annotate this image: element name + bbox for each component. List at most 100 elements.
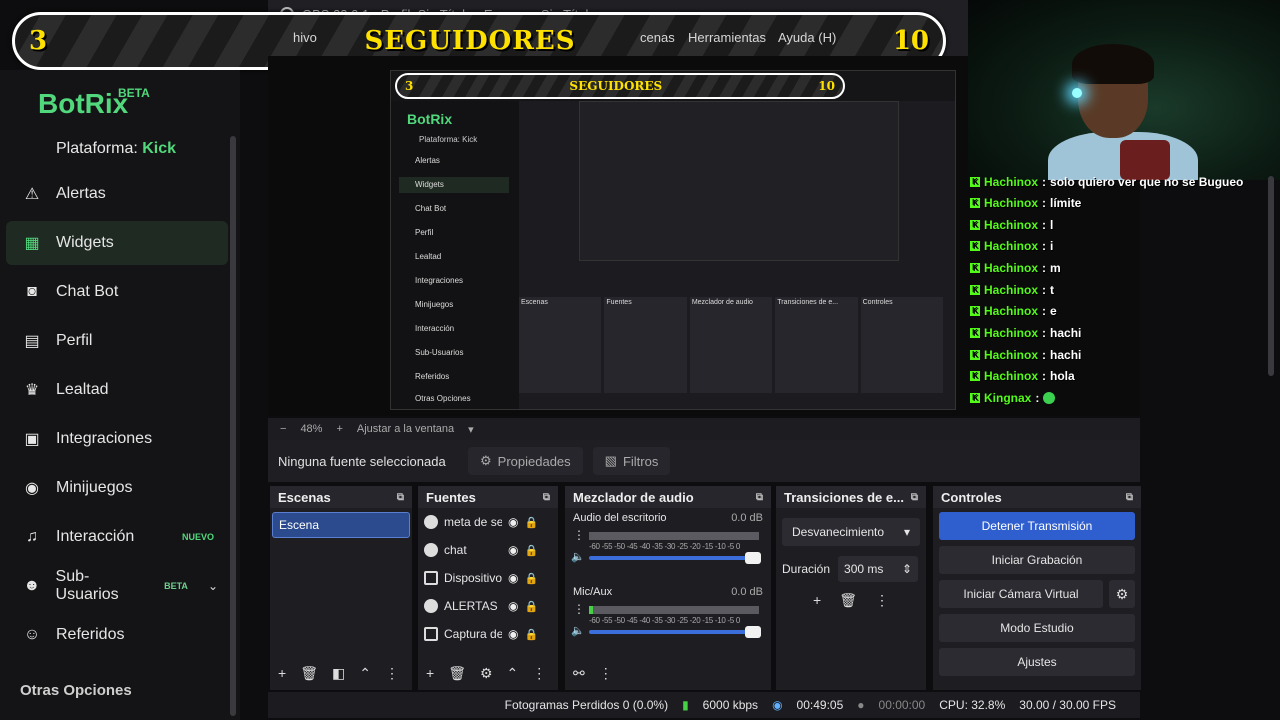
sidebar-item-minijuegos[interactable]: ◉ Minijuegos — [6, 466, 228, 510]
zoom-in-button[interactable]: + — [336, 423, 342, 435]
transition-select[interactable]: Desvanecimiento ▾ — [782, 518, 920, 546]
other-options-heading[interactable]: Otras Opciones — [20, 682, 132, 699]
fps: 30.00 / 30.00 FPS — [1019, 698, 1116, 712]
more-icon[interactable]: ⋮ — [573, 528, 585, 542]
undock-icon[interactable]: ⧉ — [756, 492, 763, 503]
eye-icon[interactable]: ◉ — [508, 515, 518, 529]
eye-icon[interactable]: ◉ — [508, 571, 518, 585]
meter-scale: -60 -55 -50 -45 -40 -35 -30 -25 -20 -15 … — [589, 616, 741, 625]
sidebar-item-lealtad[interactable]: ♛ Lealtad — [6, 368, 228, 412]
chat-message: K Hachinox: hachi — [970, 323, 1081, 343]
advanced-audio-icon[interactable]: ⚯ — [573, 665, 585, 682]
sidebar-item-chat-bot[interactable]: ◙ Chat Bot — [6, 270, 228, 314]
menu-archivo[interactable]: hivo — [293, 30, 317, 45]
filters-button[interactable]: ▧ Filtros — [592, 447, 671, 475]
record-time: 00:00:00 — [878, 698, 926, 712]
globe-icon — [424, 599, 438, 613]
lock-icon[interactable]: 🔒 — [524, 572, 538, 585]
remove-source-icon[interactable]: 🗑 — [448, 665, 466, 682]
remove-transition-icon[interactable]: 🗑 — [839, 592, 857, 609]
source-item[interactable]: chat ◉ 🔒 — [418, 536, 558, 564]
source-properties-bar: Ninguna fuente seleccionada ⚙ Propiedades… — [268, 440, 1140, 482]
slider-handle[interactable] — [745, 626, 761, 638]
zoom-out-button[interactable]: − — [280, 423, 286, 435]
nested-item-alertas: Alertas — [415, 156, 440, 165]
add-source-icon[interactable]: + — [426, 665, 434, 681]
add-transition-icon[interactable]: + — [813, 592, 821, 609]
sidebar-item-widgets[interactable]: ▦ Widgets — [6, 221, 228, 265]
scenes-dock: Escenas ⧉ Escena + 🗑 ◧ ⌃ ⋮ — [270, 486, 412, 690]
trophy-icon: ♛ — [24, 382, 40, 399]
kick-icon: K — [970, 393, 980, 403]
mute-icon[interactable]: 🔈 — [571, 550, 585, 563]
sidebar-item-integraciones[interactable]: ▣ Integraciones — [6, 417, 228, 461]
settings-button[interactable]: Ajustes — [939, 648, 1135, 676]
lock-icon[interactable]: 🔒 — [524, 600, 538, 613]
remove-scene-icon[interactable]: 🗑 — [300, 665, 318, 682]
more-icon[interactable]: ⋮ — [532, 665, 546, 682]
duration-label: Duración — [782, 562, 831, 576]
move-up-icon[interactable]: ⌃ — [507, 665, 519, 682]
chat-text: e — [1050, 304, 1057, 318]
lock-icon[interactable]: 🔒 — [524, 628, 538, 641]
more-icon[interactable]: ⋮ — [599, 665, 613, 682]
undock-icon[interactable]: ⧉ — [911, 492, 918, 503]
sidebar-scrollbar[interactable] — [230, 136, 236, 716]
duration-spinbox[interactable]: 300 ms ⇕ — [838, 556, 919, 582]
volume-slider[interactable] — [589, 626, 761, 638]
brand-logo[interactable]: BotRix — [38, 88, 128, 120]
lock-icon[interactable]: 🔒 — [524, 516, 538, 529]
sidebar-item-label: Alertas — [56, 185, 106, 202]
scene-item[interactable]: Escena — [272, 512, 410, 538]
eye-icon[interactable]: ◉ — [508, 543, 518, 557]
sidebar-item-interaccion[interactable]: ♫ Interacción NUEVO — [6, 515, 228, 559]
menu-herramientas[interactable]: Herramientas — [688, 30, 766, 45]
eye-icon[interactable]: ◉ — [508, 627, 518, 641]
move-up-icon[interactable]: ⌃ — [359, 665, 371, 682]
sidebar-item-alertas[interactable]: ⚠ Alertas — [6, 172, 228, 216]
mute-icon[interactable]: 🔈 — [571, 624, 585, 637]
source-item[interactable]: Dispositivo de captura de video ◉ 🔒 — [418, 564, 558, 592]
nested-other-options: Otras Opciones — [415, 394, 471, 403]
sidebar-item-referidos[interactable]: ☺ Referidos — [6, 613, 228, 657]
chat-username: Hachinox — [984, 175, 1039, 189]
more-icon[interactable]: ⋮ — [875, 592, 889, 609]
slider-handle[interactable] — [745, 552, 761, 564]
nested-follower-count-goal: 10 — [818, 79, 835, 93]
chat-username: Hachinox — [984, 196, 1039, 210]
chat-message: K Hachinox: e — [970, 301, 1057, 321]
properties-button[interactable]: ⚙ Propiedades — [468, 447, 583, 475]
undock-icon[interactable]: ⧉ — [1126, 492, 1133, 503]
gear-icon[interactable]: ⚙ — [1109, 580, 1135, 608]
more-icon[interactable]: ⋮ — [385, 665, 399, 682]
botrix-sidebar: BotRix BETA Plataforma: Kick ⚠ Alertas ▦… — [0, 70, 240, 720]
chevron-down-icon[interactable]: ⌄ — [208, 579, 218, 593]
menu-ayuda[interactable]: Ayuda (H) — [778, 30, 836, 45]
sidebar-item-sub-usuarios[interactable]: ☻ Sub-Usuarios BETA ⌄ — [6, 564, 228, 608]
add-scene-icon[interactable]: + — [278, 665, 286, 681]
fit-window-dropdown[interactable]: Ajustar a la ventana — [357, 423, 454, 435]
menu-escenas[interactable]: cenas — [640, 30, 675, 45]
source-item[interactable]: meta de seguidores ◉ 🔒 — [418, 508, 558, 536]
start-virtual-camera-button[interactable]: Iniciar Cámara Virtual — [939, 580, 1103, 608]
scene-filters-icon[interactable]: ◧ — [332, 665, 345, 682]
start-recording-button[interactable]: Iniciar Grabación — [939, 546, 1135, 574]
stepper-icon[interactable]: ⇕ — [902, 562, 912, 576]
studio-mode-button[interactable]: Modo Estudio — [939, 614, 1135, 642]
lock-icon[interactable]: 🔒 — [524, 544, 538, 557]
source-item[interactable]: ALERTAS ◉ 🔒 — [418, 592, 558, 620]
chevron-down-icon[interactable]: ▾ — [468, 423, 474, 436]
virtual-camera-row: Iniciar Cámara Virtual ⚙ — [939, 580, 1135, 608]
selected-source-label: Ninguna fuente seleccionada — [278, 453, 446, 469]
right-scrollbar[interactable] — [1268, 176, 1274, 376]
volume-slider[interactable] — [589, 552, 761, 564]
source-item[interactable]: Captura de pantalla ◉ 🔒 — [418, 620, 558, 648]
undock-icon[interactable]: ⧉ — [397, 492, 404, 503]
more-icon[interactable]: ⋮ — [573, 602, 585, 616]
nested-item-minijuegos: Minijuegos — [415, 300, 454, 309]
eye-icon[interactable]: ◉ — [508, 599, 518, 613]
undock-icon[interactable]: ⧉ — [543, 492, 550, 503]
source-settings-icon[interactable]: ⚙ — [480, 665, 493, 682]
sidebar-item-perfil[interactable]: ▤ Perfil — [6, 319, 228, 363]
stop-streaming-button[interactable]: Detener Transmisión — [939, 512, 1135, 540]
